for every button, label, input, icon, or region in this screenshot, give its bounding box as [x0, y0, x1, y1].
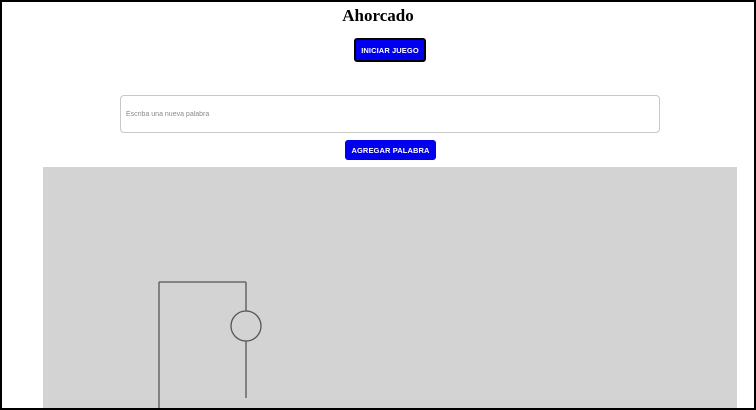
- start-game-button[interactable]: INICIAR JUEGO: [354, 38, 426, 62]
- new-word-input[interactable]: [120, 95, 660, 133]
- hangman-board: [43, 167, 737, 410]
- hangman-head: [230, 310, 262, 342]
- add-word-button[interactable]: AGREGAR PALABRA: [345, 140, 436, 160]
- hangman-drawing: [158, 281, 262, 410]
- page-title: Ahorcado: [342, 6, 414, 25]
